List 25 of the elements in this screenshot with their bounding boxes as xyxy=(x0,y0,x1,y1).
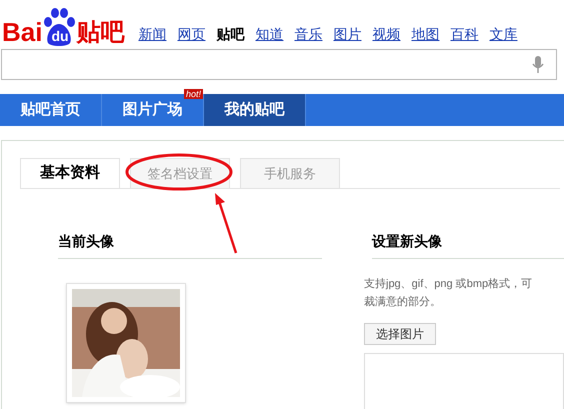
search-field[interactable] xyxy=(1,49,557,80)
nav-link[interactable]: 视频 xyxy=(372,24,400,45)
nav-link[interactable]: 新闻 xyxy=(138,24,166,45)
tab[interactable]: 基本资料 xyxy=(20,158,120,188)
nav-link[interactable]: 地图 xyxy=(411,24,440,45)
section-title: 当前头像 xyxy=(58,231,322,259)
logo-text: du xyxy=(51,28,69,44)
nav-link[interactable]: 音乐 xyxy=(294,24,322,45)
annotation-arrow xyxy=(214,193,238,255)
paw-icon xyxy=(42,7,76,47)
nav-link[interactable]: 贴吧 xyxy=(216,24,244,45)
hint-text: 裁满意的部分。 xyxy=(364,294,442,310)
nav-tab[interactable]: 我的贴吧 xyxy=(204,94,306,126)
hot-badge: hot! xyxy=(184,89,203,99)
nav-link[interactable]: 网页 xyxy=(177,24,206,45)
microphone-icon xyxy=(532,56,544,74)
nav-link[interactable]: 文库 xyxy=(489,24,518,45)
logo-text: 贴吧 xyxy=(76,17,124,47)
choose-image-button[interactable]: 选择图片 xyxy=(364,323,436,345)
hint-text: 支持jpg、gif、png 或bmp格式，可 xyxy=(364,277,534,292)
section-title: 设置新头像 xyxy=(372,231,564,259)
nav-link[interactable]: 百科 xyxy=(450,24,478,45)
nav-link[interactable]: 知道 xyxy=(255,24,284,45)
nav-link[interactable]: 图片 xyxy=(333,24,362,45)
logo-text: Bai xyxy=(2,17,42,47)
